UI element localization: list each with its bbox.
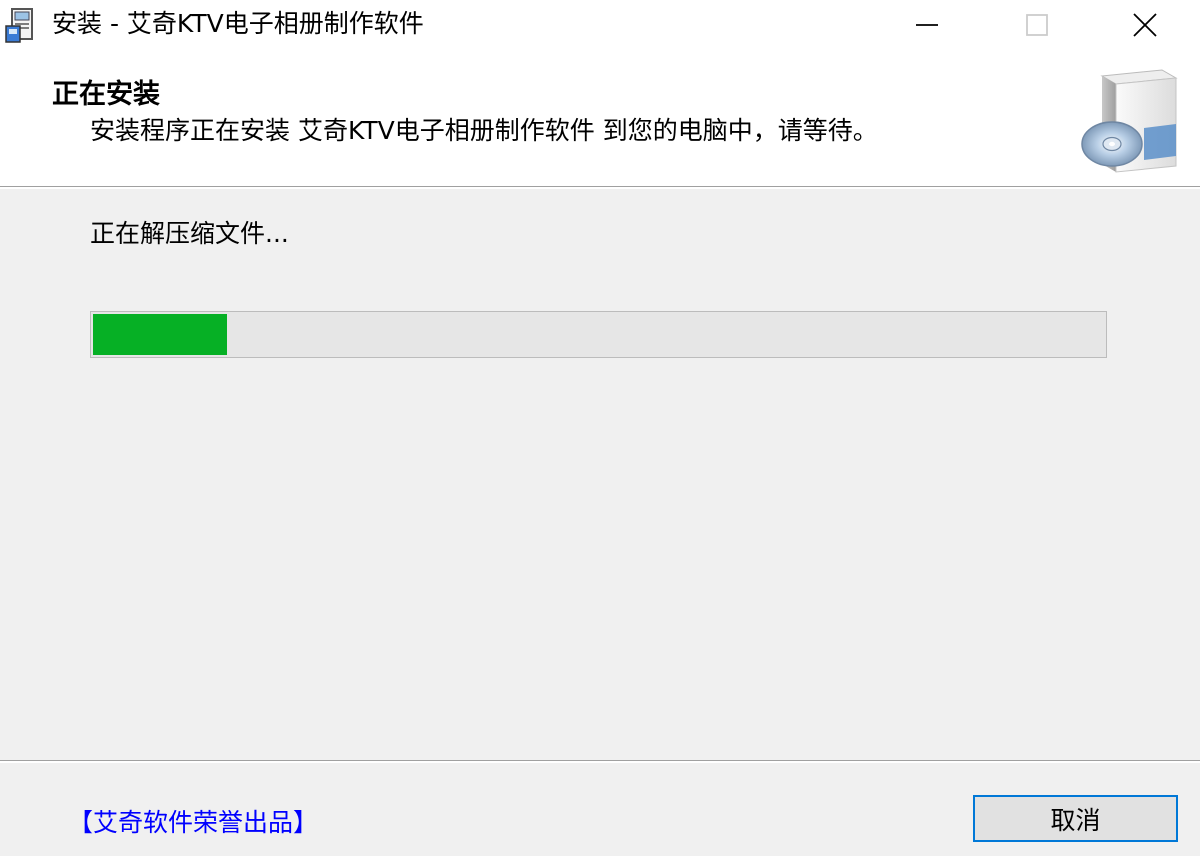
page-subtitle: 安装程序正在安装 艾奇KTV电子相册制作软件 到您的电脑中，请等待。	[90, 116, 878, 145]
cancel-button[interactable]: 取消	[973, 795, 1178, 842]
installer-package-icon	[4, 6, 40, 44]
header-divider	[0, 186, 1200, 189]
header-panel: 正在安装 安装程序正在安装 艾奇KTV电子相册制作软件 到您的电脑中，请等待。	[0, 50, 1200, 186]
footer-divider	[0, 760, 1200, 763]
status-text: 正在解压缩文件...	[90, 219, 289, 248]
progress-bar	[90, 311, 1107, 358]
minimize-button[interactable]	[882, 0, 972, 50]
close-button[interactable]	[1100, 0, 1190, 50]
title-bar: 安装 - 艾奇KTV电子相册制作软件	[0, 0, 1200, 50]
maximize-button[interactable]	[992, 0, 1082, 50]
setup-box-disc-icon	[1080, 68, 1180, 176]
window-title: 安装 - 艾奇KTV电子相册制作软件	[52, 9, 424, 38]
page-title: 正在安装	[52, 79, 160, 110]
brand-link[interactable]: 【艾奇软件荣誉出品】	[68, 806, 318, 840]
progress-bar-fill	[93, 314, 227, 355]
